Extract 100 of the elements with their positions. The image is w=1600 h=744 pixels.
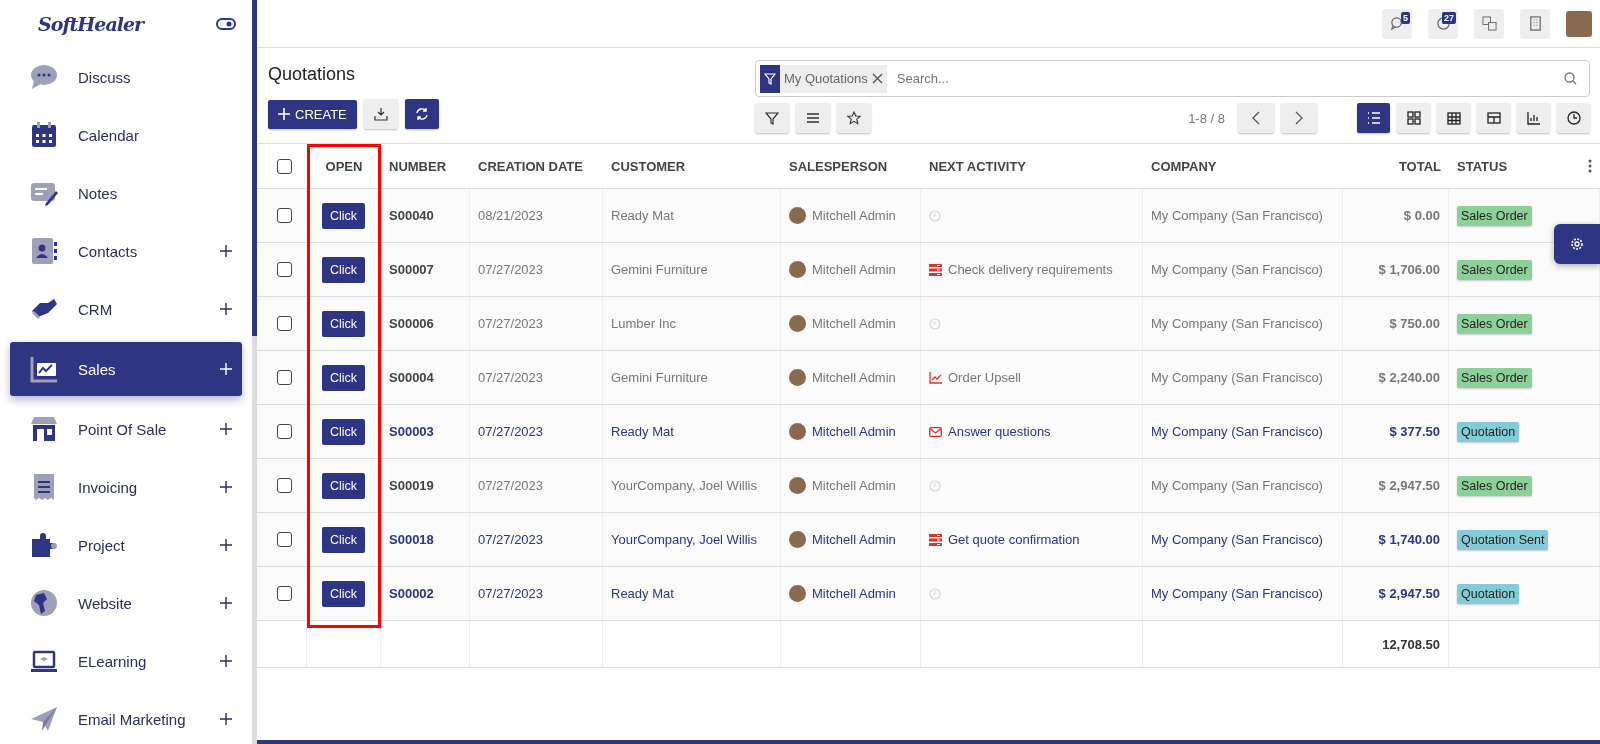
row-checkbox[interactable] bbox=[277, 262, 292, 277]
plus-icon[interactable] bbox=[220, 713, 232, 725]
column-header[interactable]: OPEN bbox=[325, 158, 363, 174]
sidebar-item[interactable]: Email Marketing bbox=[10, 694, 242, 744]
scrollbar[interactable] bbox=[257, 740, 1600, 744]
chat-button[interactable]: 5 bbox=[1382, 8, 1412, 39]
refresh-icon[interactable] bbox=[414, 107, 429, 121]
group-by-button[interactable] bbox=[796, 103, 830, 133]
row-checkbox[interactable] bbox=[277, 532, 292, 547]
chevron-left-icon[interactable] bbox=[1251, 111, 1261, 125]
sidebar-item[interactable]: Invoicing bbox=[10, 462, 242, 512]
graph-view-icon[interactable] bbox=[1526, 111, 1541, 125]
avatar-icon bbox=[789, 423, 806, 440]
kanban-view-button[interactable] bbox=[1397, 103, 1430, 133]
open-button[interactable]: Click bbox=[321, 364, 366, 391]
user-avatar[interactable] bbox=[1566, 10, 1592, 37]
plus-icon[interactable] bbox=[220, 655, 232, 667]
activity-text[interactable]: Answer questions bbox=[948, 424, 1051, 439]
list-view-button[interactable] bbox=[1357, 103, 1390, 133]
task-list-icon[interactable] bbox=[929, 263, 942, 276]
sidebar-item[interactable]: Website bbox=[10, 578, 242, 628]
company-button[interactable] bbox=[1520, 8, 1550, 39]
row-checkbox[interactable] bbox=[277, 478, 292, 493]
activity-button[interactable]: 27 bbox=[1428, 8, 1458, 39]
chevron-right-icon[interactable] bbox=[1294, 111, 1304, 125]
pivot-view-button[interactable] bbox=[1477, 103, 1510, 133]
graph-view-button[interactable] bbox=[1517, 103, 1550, 133]
open-button[interactable]: Click bbox=[321, 310, 366, 337]
close-icon[interactable] bbox=[871, 73, 883, 84]
column-header[interactable]: TOTAL bbox=[1398, 158, 1441, 174]
kanban-view-icon[interactable] bbox=[1406, 111, 1421, 125]
sidebar-item[interactable]: Point Of Sale bbox=[10, 404, 242, 454]
list-view-icon[interactable] bbox=[1366, 111, 1381, 125]
column-header[interactable]: STATUS bbox=[1457, 158, 1508, 174]
activity-text[interactable]: Check delivery requirements bbox=[948, 262, 1113, 277]
sidebar-item[interactable]: CRM bbox=[10, 284, 242, 334]
plus-icon[interactable] bbox=[220, 303, 232, 315]
plus-icon[interactable] bbox=[220, 423, 232, 435]
star-icon[interactable] bbox=[847, 111, 861, 125]
open-button[interactable]: Click bbox=[321, 256, 366, 283]
refresh-button[interactable] bbox=[404, 99, 439, 129]
column-header[interactable]: SALESPERSON bbox=[789, 158, 888, 174]
download-icon[interactable] bbox=[373, 107, 388, 121]
building-icon[interactable] bbox=[1527, 16, 1543, 31]
search-icon[interactable] bbox=[1564, 72, 1577, 85]
column-header[interactable]: CREATION DATE bbox=[478, 158, 583, 174]
plus-icon[interactable] bbox=[220, 481, 232, 493]
calendar-view-icon[interactable] bbox=[1446, 111, 1461, 125]
open-button[interactable]: Click bbox=[321, 526, 366, 553]
filter-button[interactable] bbox=[755, 103, 789, 133]
sidebar-item[interactable]: Discuss bbox=[10, 52, 242, 102]
scrollbar[interactable] bbox=[252, 0, 257, 744]
row-checkbox[interactable] bbox=[277, 316, 292, 331]
chat-icon[interactable] bbox=[1389, 16, 1405, 31]
favorites-button[interactable] bbox=[837, 103, 871, 133]
activity-view-icon[interactable] bbox=[1566, 111, 1581, 125]
sidebar-item[interactable]: Project bbox=[10, 520, 242, 570]
open-button[interactable]: Click bbox=[321, 418, 366, 445]
column-header[interactable]: NUMBER bbox=[389, 158, 447, 174]
create-button[interactable]: CREATE bbox=[268, 99, 357, 129]
open-button[interactable]: Click bbox=[321, 580, 366, 607]
sidebar-item[interactable]: Calendar bbox=[10, 110, 242, 160]
select-all-checkbox[interactable] bbox=[277, 158, 292, 174]
open-button[interactable]: Click bbox=[321, 202, 366, 229]
sidebar-item[interactable]: Notes bbox=[10, 168, 242, 218]
download-button[interactable] bbox=[363, 99, 398, 129]
task-list-icon[interactable] bbox=[929, 533, 942, 546]
table-cell: Gemini Furniture bbox=[611, 262, 708, 277]
search-field[interactable]: My Quotations Search... bbox=[755, 60, 1590, 97]
column-header[interactable]: CUSTOMER bbox=[611, 158, 686, 174]
translate-button[interactable] bbox=[1474, 8, 1504, 39]
filter-facet[interactable]: My Quotations bbox=[760, 64, 887, 93]
column-header[interactable]: COMPANY bbox=[1151, 158, 1217, 174]
status-badge: Quotation bbox=[1457, 583, 1520, 604]
column-options-icon[interactable] bbox=[1588, 159, 1592, 173]
plus-icon[interactable] bbox=[220, 539, 232, 551]
calendar-view-button[interactable] bbox=[1437, 103, 1470, 133]
sidebar-item[interactable]: Contacts bbox=[10, 226, 242, 276]
activity-text[interactable]: Order Upsell bbox=[948, 370, 1021, 385]
plus-icon[interactable] bbox=[220, 597, 232, 609]
row-checkbox[interactable] bbox=[277, 424, 292, 439]
activity-view-button[interactable] bbox=[1557, 103, 1590, 133]
pivot-view-icon[interactable] bbox=[1486, 111, 1501, 125]
row-checkbox[interactable] bbox=[277, 208, 292, 223]
plus-icon[interactable] bbox=[220, 245, 232, 257]
line-chart-icon[interactable] bbox=[929, 371, 942, 384]
translate-icon[interactable] bbox=[1481, 16, 1497, 31]
sidebar-item[interactable]: ELearning bbox=[10, 636, 242, 686]
menu-icon[interactable] bbox=[806, 111, 820, 125]
activity-text[interactable]: Get quote confirmation bbox=[948, 532, 1080, 547]
gear-icon[interactable] bbox=[1570, 237, 1584, 251]
toggle-icon[interactable] bbox=[216, 18, 236, 30]
filter-icon[interactable] bbox=[765, 111, 779, 125]
envelope-icon[interactable] bbox=[929, 425, 942, 438]
sidebar-item[interactable]: Sales bbox=[10, 342, 242, 396]
open-button[interactable]: Click bbox=[321, 472, 366, 499]
settings-button[interactable] bbox=[1554, 224, 1600, 264]
row-checkbox[interactable] bbox=[277, 370, 292, 385]
row-checkbox[interactable] bbox=[277, 586, 292, 601]
column-header[interactable]: NEXT ACTIVITY bbox=[929, 158, 1027, 174]
